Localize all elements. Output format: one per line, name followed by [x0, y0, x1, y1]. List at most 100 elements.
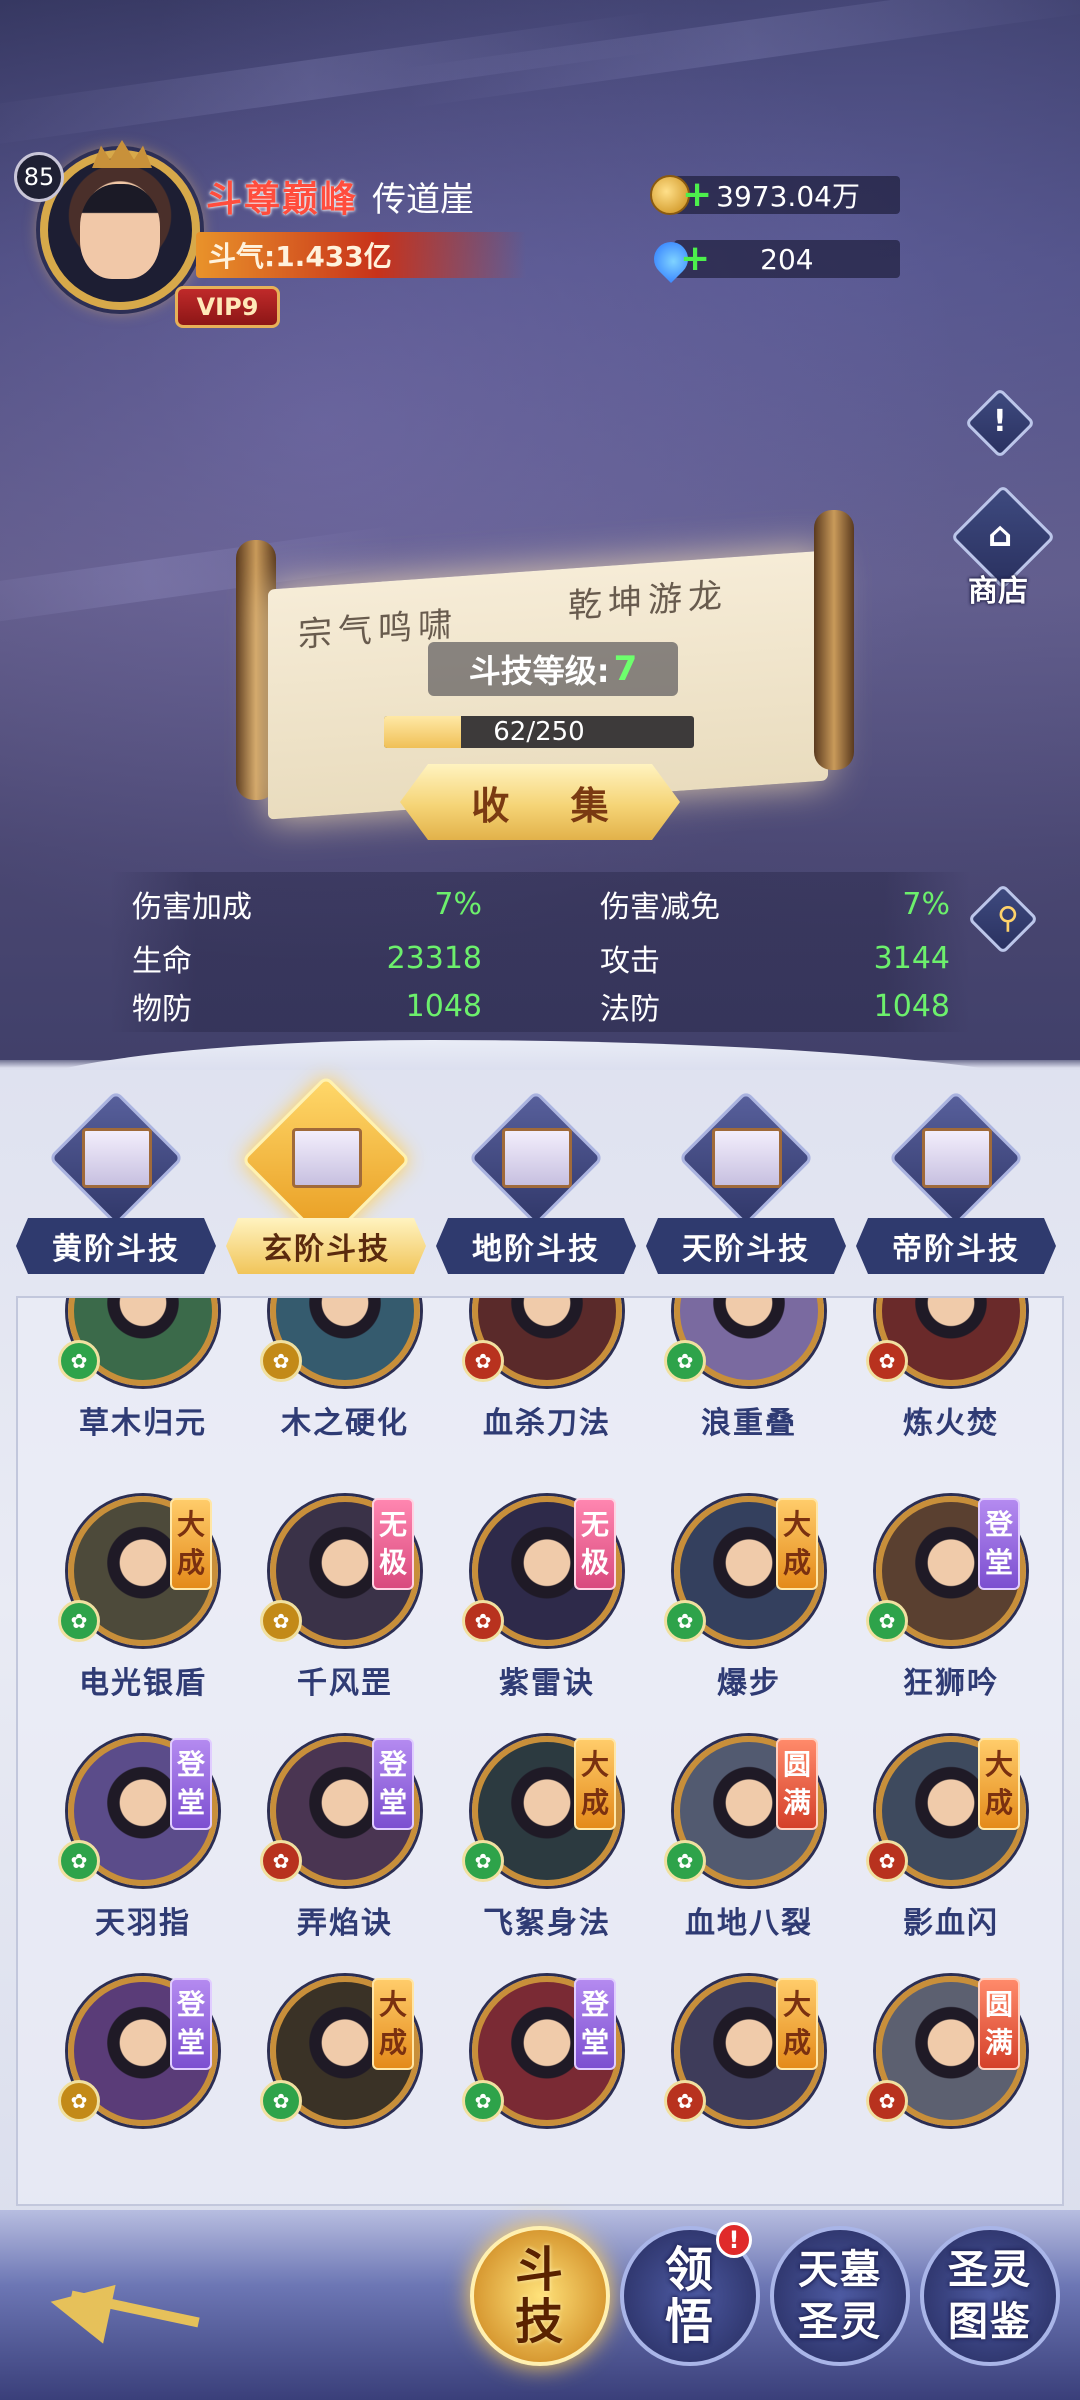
skill-card[interactable]: 登堂 ✿ 狂狮吟: [860, 1488, 1060, 1718]
tier-label: 天阶斗技: [646, 1218, 846, 1274]
skill-element-icon: ✿: [58, 1340, 100, 1382]
skill-name: 血杀刀法: [483, 1406, 611, 1441]
skill-rank-badge: 无极: [372, 1498, 414, 1590]
skill-element-icon: ✿: [58, 1600, 100, 1642]
skill-name: 血地八裂: [685, 1906, 813, 1941]
skill-rank-badge: 大成: [170, 1498, 212, 1590]
skill-card[interactable]: 登堂 ✿ 天羽指: [52, 1728, 252, 1958]
stat-value: 1048: [873, 988, 950, 1024]
rank-badge-char: 成: [782, 1546, 811, 1579]
skill-name: 炼火焚: [903, 1406, 999, 1441]
tier-tab[interactable]: 帝阶斗技: [856, 1090, 1056, 1280]
skill-element-icon: ✿: [462, 2080, 504, 2122]
add-gold-icon[interactable]: +: [682, 177, 712, 213]
rank-badge-char: 大: [782, 1988, 811, 2021]
skill-card[interactable]: 圆满 ✿ 血地八裂: [658, 1728, 858, 1958]
skill-rank-badge: 登堂: [574, 1978, 616, 2070]
skill-card[interactable]: 登堂 ✿ 弄焰诀: [254, 1728, 454, 1958]
rank-badge-char: 堂: [378, 1786, 407, 1819]
nav-label-line: 圣灵: [948, 2247, 1032, 2293]
skill-name: 弄焰诀: [297, 1906, 393, 1941]
skill-element-icon: ✿: [58, 1840, 100, 1882]
gold-resource[interactable]: + 3973.04万: [650, 172, 900, 218]
scroll-rod-right: [814, 510, 854, 770]
skill-element-icon: ✿: [58, 2080, 100, 2122]
rank-badge-char: 成: [580, 1786, 609, 1819]
tier-tab[interactable]: 天阶斗技: [646, 1090, 846, 1280]
nav-label-line: 悟: [664, 2294, 715, 2350]
crystal-value: 204: [760, 242, 814, 276]
nav-button[interactable]: 斗技: [470, 2226, 610, 2366]
book-icon: [82, 1128, 152, 1188]
tier-tab[interactable]: 地阶斗技: [436, 1090, 636, 1280]
skill-rank-badge: 登堂: [170, 1978, 212, 2070]
tier-tab[interactable]: 黄阶斗技: [16, 1090, 216, 1280]
rank-badge-char: 成: [984, 1786, 1013, 1819]
exclamation-icon: !: [993, 404, 1007, 439]
rank-badge-char: 登: [984, 1508, 1013, 1541]
skill-element-icon: ✿: [260, 1600, 302, 1642]
skill-card[interactable]: 满 ✿ 浪重叠: [658, 1298, 858, 1458]
skill-card[interactable]: 堂 ✿ 草木归元: [52, 1296, 252, 1458]
nav-button[interactable]: 天墓 圣灵: [770, 2226, 910, 2366]
skill-rank-badge: 无极: [574, 1498, 616, 1590]
skill-card[interactable]: 登堂 ✿: [52, 1968, 252, 2198]
rank-badge-char: 成: [378, 2026, 407, 2059]
skill-progress-text: 62/250: [493, 717, 585, 747]
crystal-resource[interactable]: + 204: [646, 234, 900, 284]
back-button[interactable]: [30, 2270, 200, 2350]
nav-label-line: 领: [664, 2242, 715, 2298]
skill-card[interactable]: 极 ✿ 血杀刀法: [456, 1298, 656, 1458]
skill-rank-badge: 成: [372, 1296, 414, 1298]
notification-badge: !: [716, 2222, 752, 2258]
add-crystal-icon[interactable]: +: [680, 241, 710, 277]
skill-card[interactable]: 大成 ✿ 飞絮身法: [456, 1728, 656, 1958]
vip-badge[interactable]: VIP9: [175, 286, 280, 328]
skill-card[interactable]: 成 ✿ 木之硬化: [254, 1296, 454, 1458]
skill-grid[interactable]: 堂✿草木归元成✿木之硬化极✿血杀刀法满✿浪重叠堂✿炼火焚大成✿电光银盾无极✿千风…: [16, 1296, 1064, 2206]
skill-rank-badge: 登堂: [170, 1738, 212, 1830]
tier-label: 帝阶斗技: [856, 1218, 1056, 1274]
skill-card[interactable]: 堂 ✿ 炼火焚: [860, 1298, 1060, 1458]
avatar-face: [80, 184, 160, 279]
collect-button[interactable]: 收 集: [400, 764, 680, 840]
rank-badge-char: 堂: [176, 1786, 205, 1819]
combat-power-value: 1.433亿: [275, 240, 392, 273]
skill-card[interactable]: 无极 ✿ 紫雷诀: [456, 1488, 656, 1718]
shop-icon: ⌂: [988, 515, 1013, 555]
skill-card[interactable]: 大成 ✿: [254, 1968, 454, 2198]
combat-power-label: 斗气:: [208, 240, 276, 273]
skill-name: 飞絮身法: [483, 1906, 611, 1941]
skill-card[interactable]: 大成 ✿: [658, 1968, 858, 2198]
skill-card[interactable]: 大成 ✿ 影血闪: [860, 1728, 1060, 1958]
nav-label-line: 天墓: [798, 2247, 882, 2293]
vip-label: VIP9: [196, 293, 259, 321]
stat-label: 伤害加成: [132, 890, 252, 925]
skill-element-icon: ✿: [664, 2080, 706, 2122]
skill-element-icon: ✿: [260, 2080, 302, 2122]
skill-name: 木之硬化: [281, 1406, 409, 1441]
stat-row: 生命 23318: [132, 934, 482, 982]
tier-tab[interactable]: 玄阶斗技: [226, 1075, 426, 1280]
stat-value: 1048: [405, 988, 482, 1024]
skill-card[interactable]: 无极 ✿ 千风罡: [254, 1488, 454, 1718]
rank-badge-char: 成: [176, 1546, 205, 1579]
tier-label: 地阶斗技: [436, 1218, 636, 1274]
nav-label-line: 斗: [514, 2242, 565, 2298]
skill-card[interactable]: 大成 ✿ 爆步: [658, 1488, 858, 1718]
rank-badge-char: 大: [378, 1988, 407, 2021]
skill-level-box: 斗技等级: 7: [428, 642, 678, 696]
skill-element-icon: ✿: [866, 1600, 908, 1642]
skill-element-icon: ✿: [664, 1600, 706, 1642]
skill-rank-badge: 登堂: [978, 1498, 1020, 1590]
skill-rank-badge: 大成: [978, 1738, 1020, 1830]
rank-badge-char: 成: [782, 2026, 811, 2059]
skill-rank-badge: 堂: [170, 1296, 212, 1298]
skill-name: 紫雷诀: [499, 1666, 595, 1701]
rank-badge-char: 登: [378, 1748, 407, 1781]
skill-card[interactable]: 大成 ✿ 电光银盾: [52, 1488, 252, 1718]
skill-card[interactable]: 登堂 ✿: [456, 1968, 656, 2198]
nav-button[interactable]: 圣灵 图鉴: [920, 2226, 1060, 2366]
tier-label: 玄阶斗技: [226, 1218, 426, 1274]
skill-card[interactable]: 圆满 ✿: [860, 1968, 1060, 2198]
